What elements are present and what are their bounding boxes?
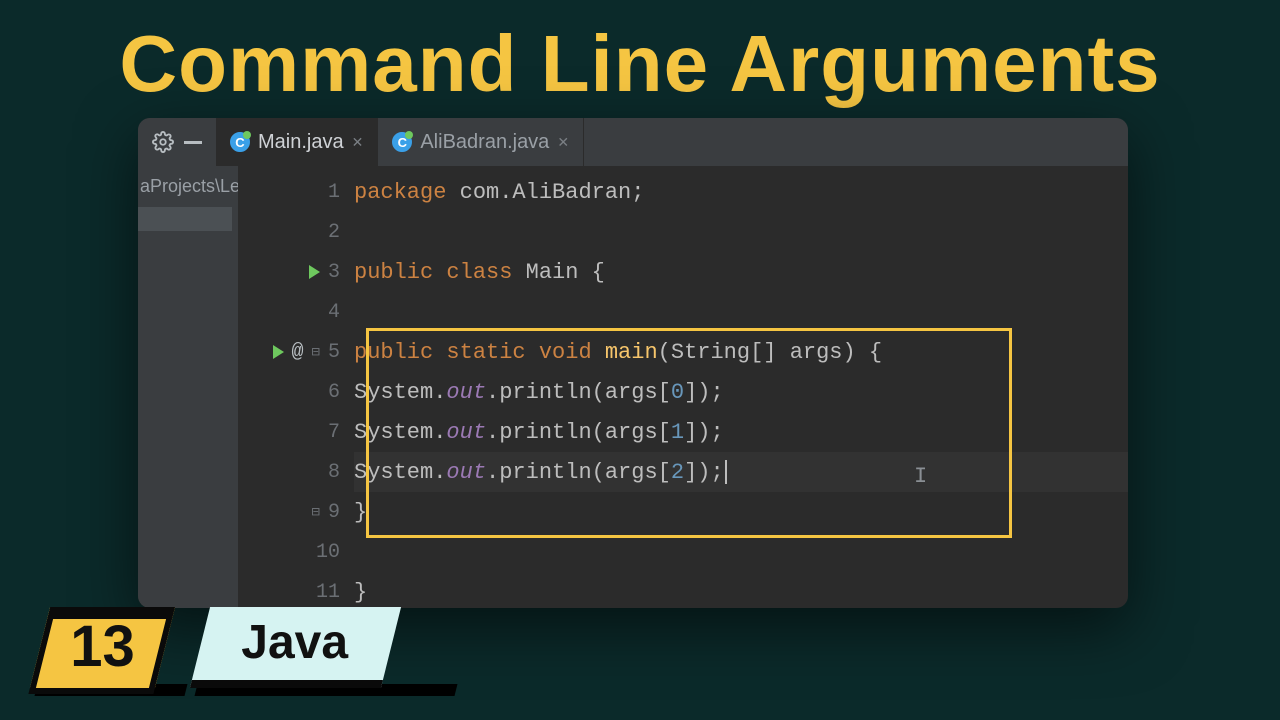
code-line: } <box>354 492 1128 532</box>
line-number: 11 <box>316 581 340 604</box>
gear-icon[interactable] <box>152 131 174 153</box>
close-icon[interactable]: ✕ <box>352 134 364 151</box>
sidebar-selection <box>138 207 232 231</box>
code-line <box>354 212 1128 252</box>
run-gutter-icon[interactable] <box>273 345 284 359</box>
tab-label: Main.java <box>258 131 344 154</box>
line-number: 10 <box>316 541 340 564</box>
text-caret <box>725 460 727 484</box>
run-gutter-icon[interactable] <box>309 265 320 279</box>
page-title: Command Line Arguments <box>0 18 1280 110</box>
ide-titlebar: C Main.java ✕ C AliBadran.java ✕ <box>138 118 1128 166</box>
line-number: 4 <box>328 301 340 324</box>
tab-label: AliBadran.java <box>420 131 549 154</box>
code-line <box>354 292 1128 332</box>
code-line: public class Main { <box>354 252 1128 292</box>
minimize-icon[interactable] <box>184 141 202 144</box>
code-line: public static void main(String[] args) { <box>354 332 1128 372</box>
tab-main-java[interactable]: C Main.java ✕ <box>216 118 378 166</box>
fold-icon[interactable]: ⊟ <box>312 344 320 361</box>
episode-number-badge: 13 <box>30 607 175 688</box>
ide-window: C Main.java ✕ C AliBadran.java ✕ aProjec… <box>138 118 1128 608</box>
line-number: 6 <box>328 381 340 404</box>
line-gutter: 1 2 3 4 @ ⊟ 5 6 7 8 ⊟ 9 10 11 <box>238 166 354 608</box>
line-number: 8 <box>328 461 340 484</box>
line-number: 9 <box>328 501 340 524</box>
class-icon: C <box>392 132 412 152</box>
fold-icon[interactable]: ⊟ <box>312 504 320 521</box>
language-badge: Java <box>190 607 401 688</box>
line-number: 2 <box>328 221 340 244</box>
code-line: package com.AliBadran; <box>354 172 1128 212</box>
code-line: System.out.println(args[0]); <box>354 372 1128 412</box>
line-number: 3 <box>328 261 340 284</box>
code-line: System.out.println(args[1]); <box>354 412 1128 452</box>
code-line <box>354 532 1128 572</box>
tab-alibadran-java[interactable]: C AliBadran.java ✕ <box>378 118 584 166</box>
code-editor[interactable]: package com.AliBadran; public class Main… <box>354 166 1128 608</box>
sidebar-path-fragment: aProjects\Le <box>138 172 232 201</box>
line-number: 1 <box>328 181 340 204</box>
line-number: 5 <box>328 341 340 364</box>
code-line: } <box>354 572 1128 608</box>
mouse-ibeam-cursor: I <box>914 464 927 489</box>
line-number: 7 <box>328 421 340 444</box>
project-sidebar[interactable]: aProjects\Le <box>138 166 238 608</box>
close-icon[interactable]: ✕ <box>557 134 569 151</box>
code-line-active: System.out.println(args[2]); <box>354 452 1128 492</box>
override-gutter-icon[interactable]: @ <box>292 341 304 364</box>
class-icon: C <box>230 132 250 152</box>
